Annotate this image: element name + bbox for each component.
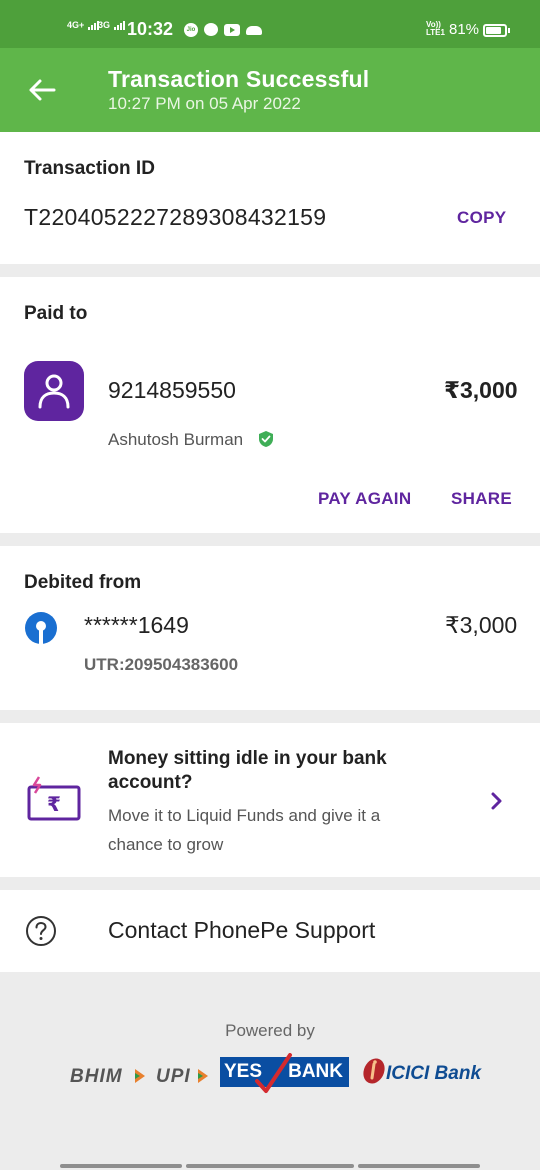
account-number: ******1649 bbox=[84, 612, 189, 638]
nav-gesture-bar bbox=[186, 1164, 354, 1168]
lte-label: LTE1 bbox=[426, 28, 445, 37]
icici-text: ICICI Bank bbox=[386, 1063, 482, 1084]
payee-phone-number: 9214859550 bbox=[108, 377, 236, 403]
battery-nub bbox=[508, 28, 510, 33]
back-button[interactable] bbox=[22, 72, 62, 108]
svg-text:₹: ₹ bbox=[47, 792, 61, 816]
page-title: Transaction Successful bbox=[108, 66, 370, 92]
transaction-id-card: Transaction ID T2204052227289308432159 C… bbox=[0, 132, 540, 264]
upi-text: UPI bbox=[156, 1066, 191, 1087]
app-header: Transaction Successful 10:27 PM on 05 Ap… bbox=[0, 48, 540, 132]
battery-percent: 81% bbox=[449, 21, 480, 38]
notification-icons: Jio bbox=[184, 23, 262, 37]
nav-gesture-bar bbox=[60, 1164, 182, 1168]
contact-support-label: Contact PhonePe Support bbox=[108, 917, 376, 943]
help-circle-icon bbox=[26, 916, 56, 946]
share-button[interactable]: SHARE bbox=[451, 489, 512, 509]
powered-by-label: Powered by bbox=[225, 1021, 315, 1040]
bhim-upi-logo: BHIM UPI bbox=[70, 1063, 210, 1091]
icici-bank-logo: ICICI Bank bbox=[361, 1056, 491, 1088]
sim2-signal-icon: 3G bbox=[98, 21, 125, 30]
status-bar: 4G+ 3G 10:32 Jio Vo)) LTE1 81% bbox=[0, 0, 540, 48]
contact-support-row[interactable]: Contact PhonePe Support bbox=[0, 890, 540, 972]
debited-amount: ₹3,000 bbox=[445, 612, 518, 638]
debited-from-label: Debited from bbox=[24, 572, 142, 593]
jio-icon: Jio bbox=[184, 23, 198, 37]
transaction-id-label: Transaction ID bbox=[24, 158, 155, 179]
utr-number: UTR:209504383600 bbox=[84, 655, 239, 674]
liquid-funds-promo[interactable]: ₹ Money sitting idle in your bank accoun… bbox=[0, 723, 540, 877]
nav-gesture-bar bbox=[358, 1164, 480, 1168]
icici-emblem-icon bbox=[363, 1058, 385, 1084]
promo-title: Money sitting idle in your bank account? bbox=[108, 748, 387, 793]
transaction-datetime: 10:27 PM on 05 Apr 2022 bbox=[108, 94, 301, 113]
volte-icon: Vo)) LTE1 bbox=[426, 21, 445, 37]
sbi-bank-icon bbox=[25, 612, 57, 644]
bhim-arrow-icon bbox=[135, 1069, 145, 1083]
sim2-network-label: 3G bbox=[98, 20, 111, 30]
debited-from-card: Debited from ******1649 ₹3,000 UTR:20950… bbox=[0, 546, 540, 710]
upi-arrow-icon bbox=[198, 1069, 208, 1083]
sim1-signal-icon: 4G+ bbox=[67, 21, 99, 30]
paid-amount: ₹3,000 bbox=[444, 377, 518, 403]
arrow-left-icon bbox=[29, 79, 56, 101]
cloud-icon bbox=[246, 26, 262, 35]
transaction-id-value: T2204052227289308432159 bbox=[24, 204, 327, 230]
sim1-network-label: 4G+ bbox=[67, 20, 85, 30]
chat-bubble-icon bbox=[204, 23, 218, 36]
paid-to-label: Paid to bbox=[24, 303, 88, 324]
paid-to-card: Paid to 9214859550 ₹3,000 Ashutosh Burma… bbox=[0, 277, 540, 533]
rupee-wallet-icon: ₹ bbox=[27, 776, 81, 821]
yes-bank-tick-icon bbox=[255, 1053, 292, 1093]
chevron-right-icon bbox=[491, 792, 502, 810]
bhim-text: BHIM bbox=[70, 1066, 123, 1087]
payee-name: Ashutosh Burman bbox=[108, 430, 244, 449]
avatar bbox=[24, 361, 84, 421]
copy-button[interactable]: COPY bbox=[457, 208, 506, 228]
battery-fill bbox=[486, 27, 501, 34]
clock: 10:32 bbox=[127, 19, 174, 39]
user-icon bbox=[38, 374, 70, 409]
yes-bank-logo: YES BANK bbox=[220, 1053, 349, 1093]
verified-shield-icon bbox=[259, 431, 273, 447]
youtube-icon bbox=[224, 24, 240, 36]
battery-icon bbox=[483, 24, 507, 37]
promo-description: Move it to Liquid Funds and give it a ch… bbox=[108, 806, 381, 854]
pay-again-button[interactable]: PAY AGAIN bbox=[318, 489, 411, 509]
